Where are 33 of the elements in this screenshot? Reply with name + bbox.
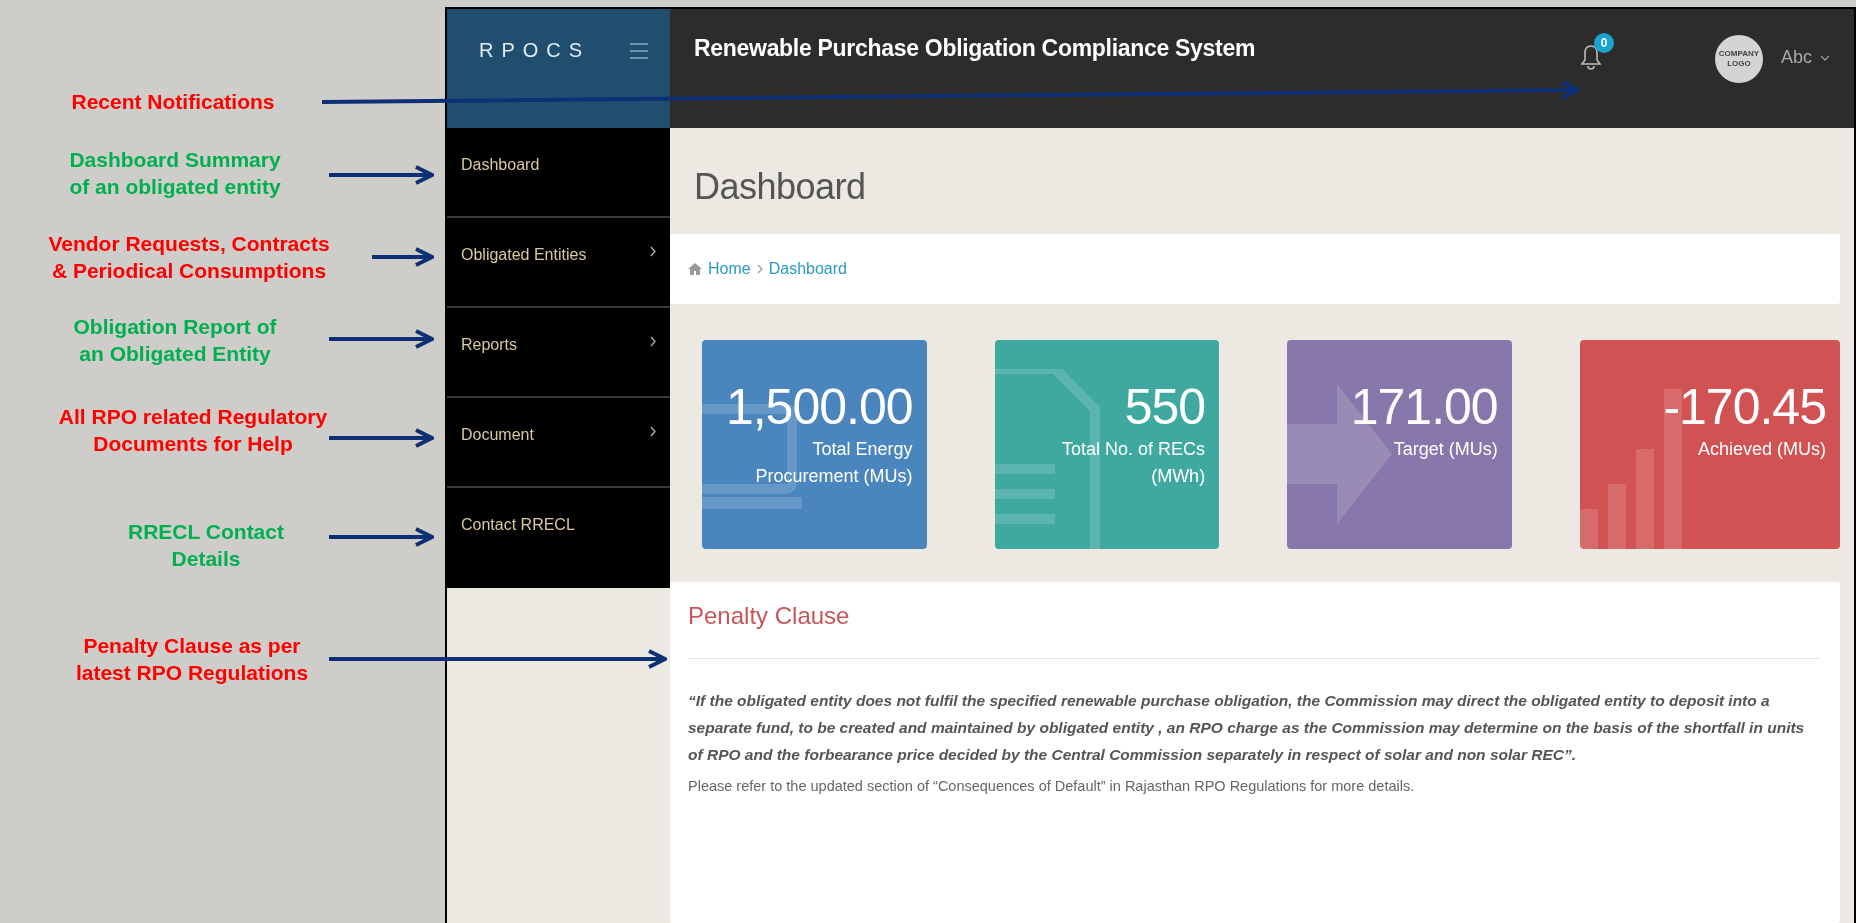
penalty-title: Penalty Clause — [688, 602, 851, 630]
chevron-down-icon — [1820, 54, 1830, 61]
annotation-label: Recent Notifications — [71, 89, 275, 116]
notification-badge: 0 — [1593, 33, 1614, 53]
chevron-right-icon — [650, 336, 656, 347]
penalty-note: Please refer to the updated section of “Consequences of Default” in Rajasthan RPO Regulations for more details. — [688, 778, 1416, 795]
annotation-label: All RPO related Regulatory Documents for Help — [58, 403, 328, 457]
stat-value: -170.45 — [1663, 378, 1826, 436]
company-logo: COMPANY LOGO — [1714, 35, 1763, 83]
stat-label: Achieved (MUs) — [1697, 438, 1826, 461]
chevron-right-icon — [756, 264, 763, 274]
penalty-quote: “If the obligated entity does not fulfil the specified renewable purchase obligation, the Commission may direct the obligated entity to deposit into a separate fund, to be created and maintained by obligated entity , an RPO charge as the Commission may determine on the basis of the shortfall in units of RPO and the forbearance price decided by the Central Commission separately in respect of solar and non solar REC”. — [688, 691, 1806, 766]
chevron-right-icon — [650, 246, 656, 257]
brand-logo: RPOCS — [479, 39, 591, 62]
menu-icon[interactable] — [630, 43, 649, 59]
stat-value: 1,500.00 — [725, 378, 913, 436]
stat-value: 171.00 — [1350, 378, 1498, 436]
page-title: Dashboard — [694, 166, 867, 208]
bell-icon[interactable] — [1579, 43, 1602, 71]
chevron-right-icon — [650, 426, 656, 437]
arrow — [372, 247, 434, 267]
stat-value: 550 — [1124, 378, 1206, 436]
stat-label: Total No. of RECs (MWh) — [1061, 438, 1206, 488]
home-icon — [688, 263, 702, 275]
annotation-label: RRECL Contact Details — [128, 518, 284, 572]
stat-label: Target (MUs) — [1393, 438, 1498, 461]
annotation-label: Obligation Report of an Obligated Entity — [73, 313, 277, 367]
user-menu[interactable]: Abc — [1780, 47, 1830, 68]
annotation-label: Penalty Clause as per latest RPO Regulations — [75, 632, 309, 686]
annotation-label: Vendor Requests, Contracts & Periodical Consumptions — [48, 230, 330, 284]
stat-label: Total Energy Procurement (MUs) — [754, 438, 913, 488]
app-title: Renewable Purchase Obligation Compliance System — [694, 35, 1256, 62]
annotation-label: Dashboard Summary of an obligated entity — [69, 146, 281, 200]
